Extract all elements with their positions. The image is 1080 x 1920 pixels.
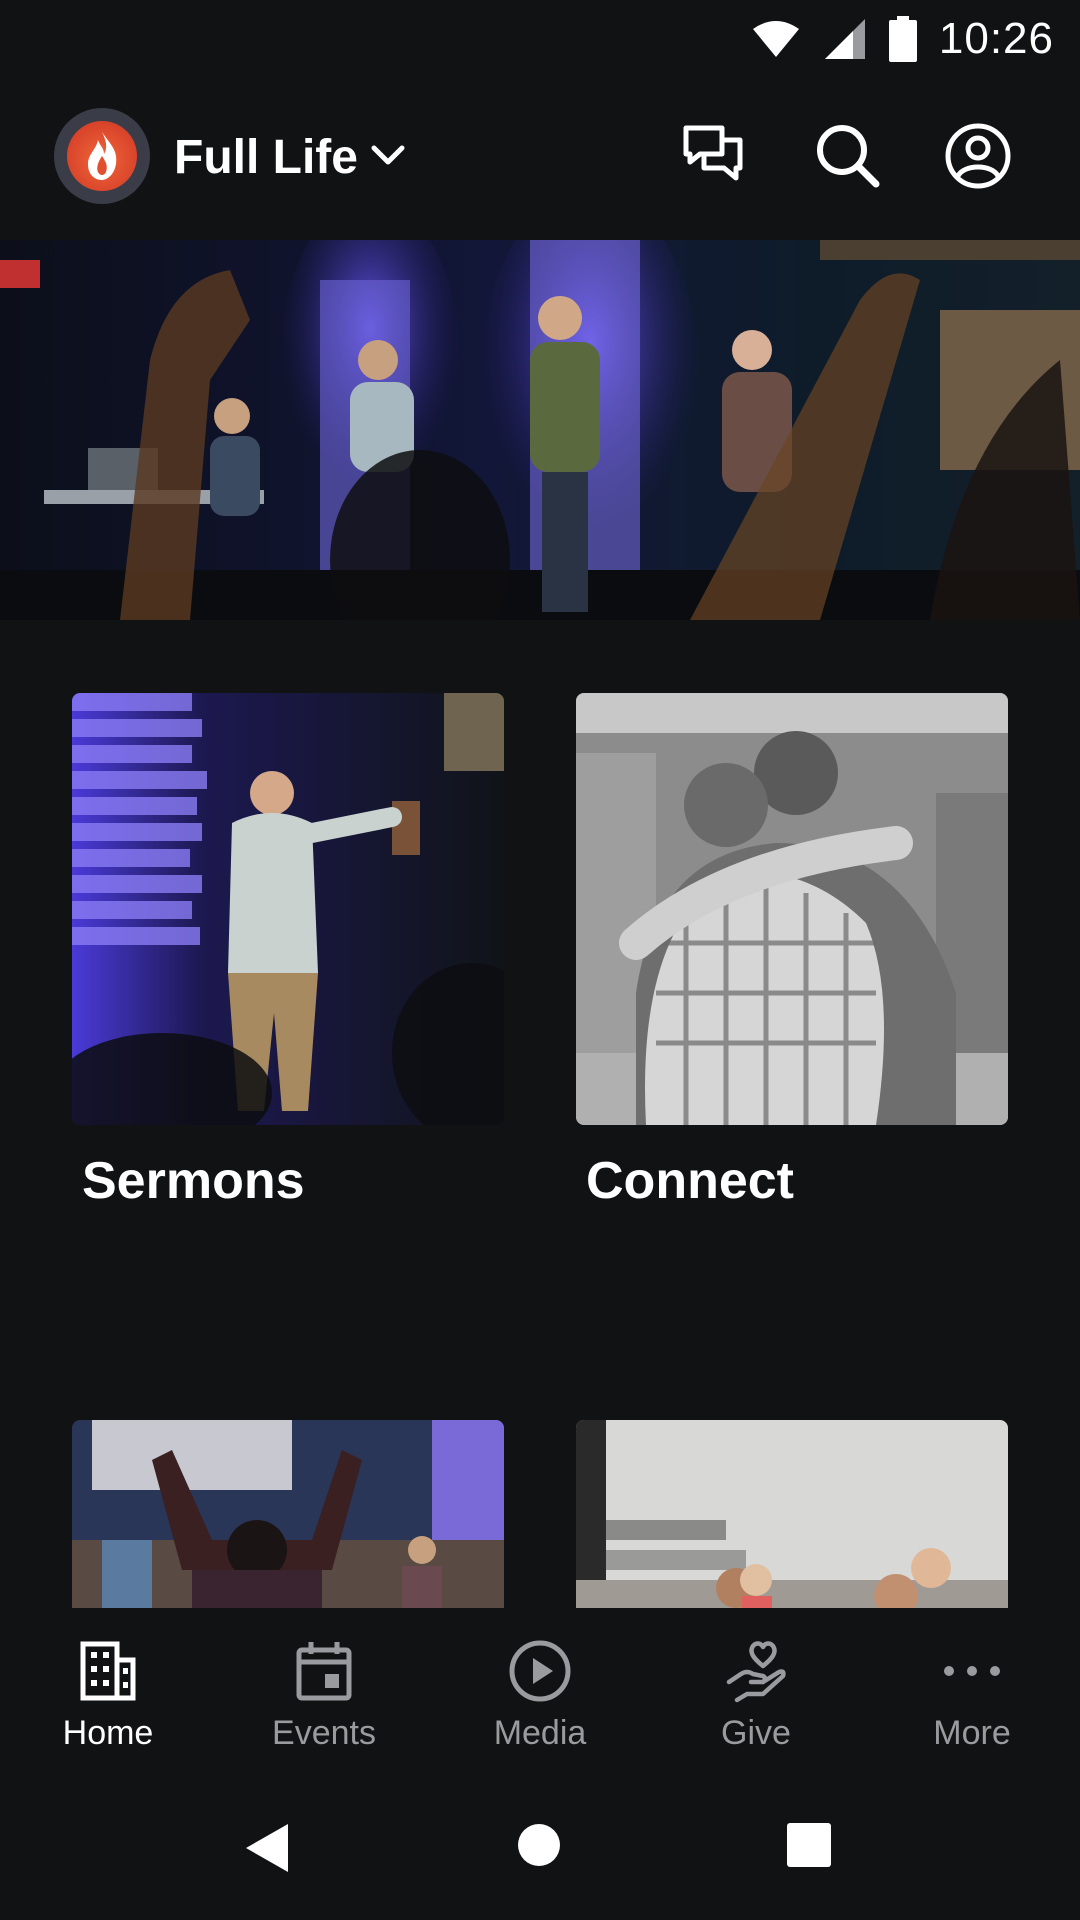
nav-home-label: Home [62,1714,154,1752]
worship-card[interactable] [72,1420,504,1608]
building-icon [80,1641,136,1701]
hero-image[interactable] [0,240,1080,620]
nav-media-label: Media [493,1714,587,1752]
chat-icon[interactable] [678,120,750,192]
connect-image [576,693,1008,1125]
church-name[interactable]: Full Life [174,130,358,185]
status-bar: 10:26 [0,0,1080,78]
nav-give-label: Give [721,1714,791,1752]
home-circle-icon[interactable] [516,1822,562,1868]
back-icon[interactable] [244,1822,290,1874]
sermons-card[interactable]: Sermons [72,693,504,1210]
play-circle-icon [509,1640,571,1702]
app-bar: Full Life [0,100,1080,216]
nav-more[interactable]: More [864,1608,1080,1784]
account-icon[interactable] [942,120,1014,192]
kids-card[interactable] [576,1420,1008,1608]
flame-icon [67,121,137,191]
more-dots-icon [944,1666,1000,1676]
calendar-icon [296,1642,352,1701]
search-icon[interactable] [812,120,884,192]
nav-media[interactable]: Media [432,1608,648,1784]
recents-square-icon[interactable] [786,1822,832,1868]
nav-more-label: More [933,1714,1011,1752]
nav-give[interactable]: Give [648,1608,864,1784]
give-heart-hand-icon [726,1641,786,1703]
cell-signal-icon [824,19,865,59]
church-logo[interactable] [54,108,150,204]
sermons-title: Sermons [82,1152,305,1210]
chevron-down-icon[interactable] [370,142,406,170]
nav-home[interactable]: Home [0,1608,216,1784]
status-time: 10:26 [938,14,1054,63]
connect-card[interactable]: Connect [576,693,1008,1210]
bottom-nav: Home Events Media Give More [0,1608,1080,1784]
battery-icon [888,16,917,62]
nav-events[interactable]: Events [216,1608,432,1784]
sermons-image [72,693,504,1125]
wifi-icon [752,21,799,57]
nav-events-label: Events [272,1714,376,1752]
system-nav-bar [0,1784,1080,1920]
connect-title: Connect [586,1152,794,1210]
